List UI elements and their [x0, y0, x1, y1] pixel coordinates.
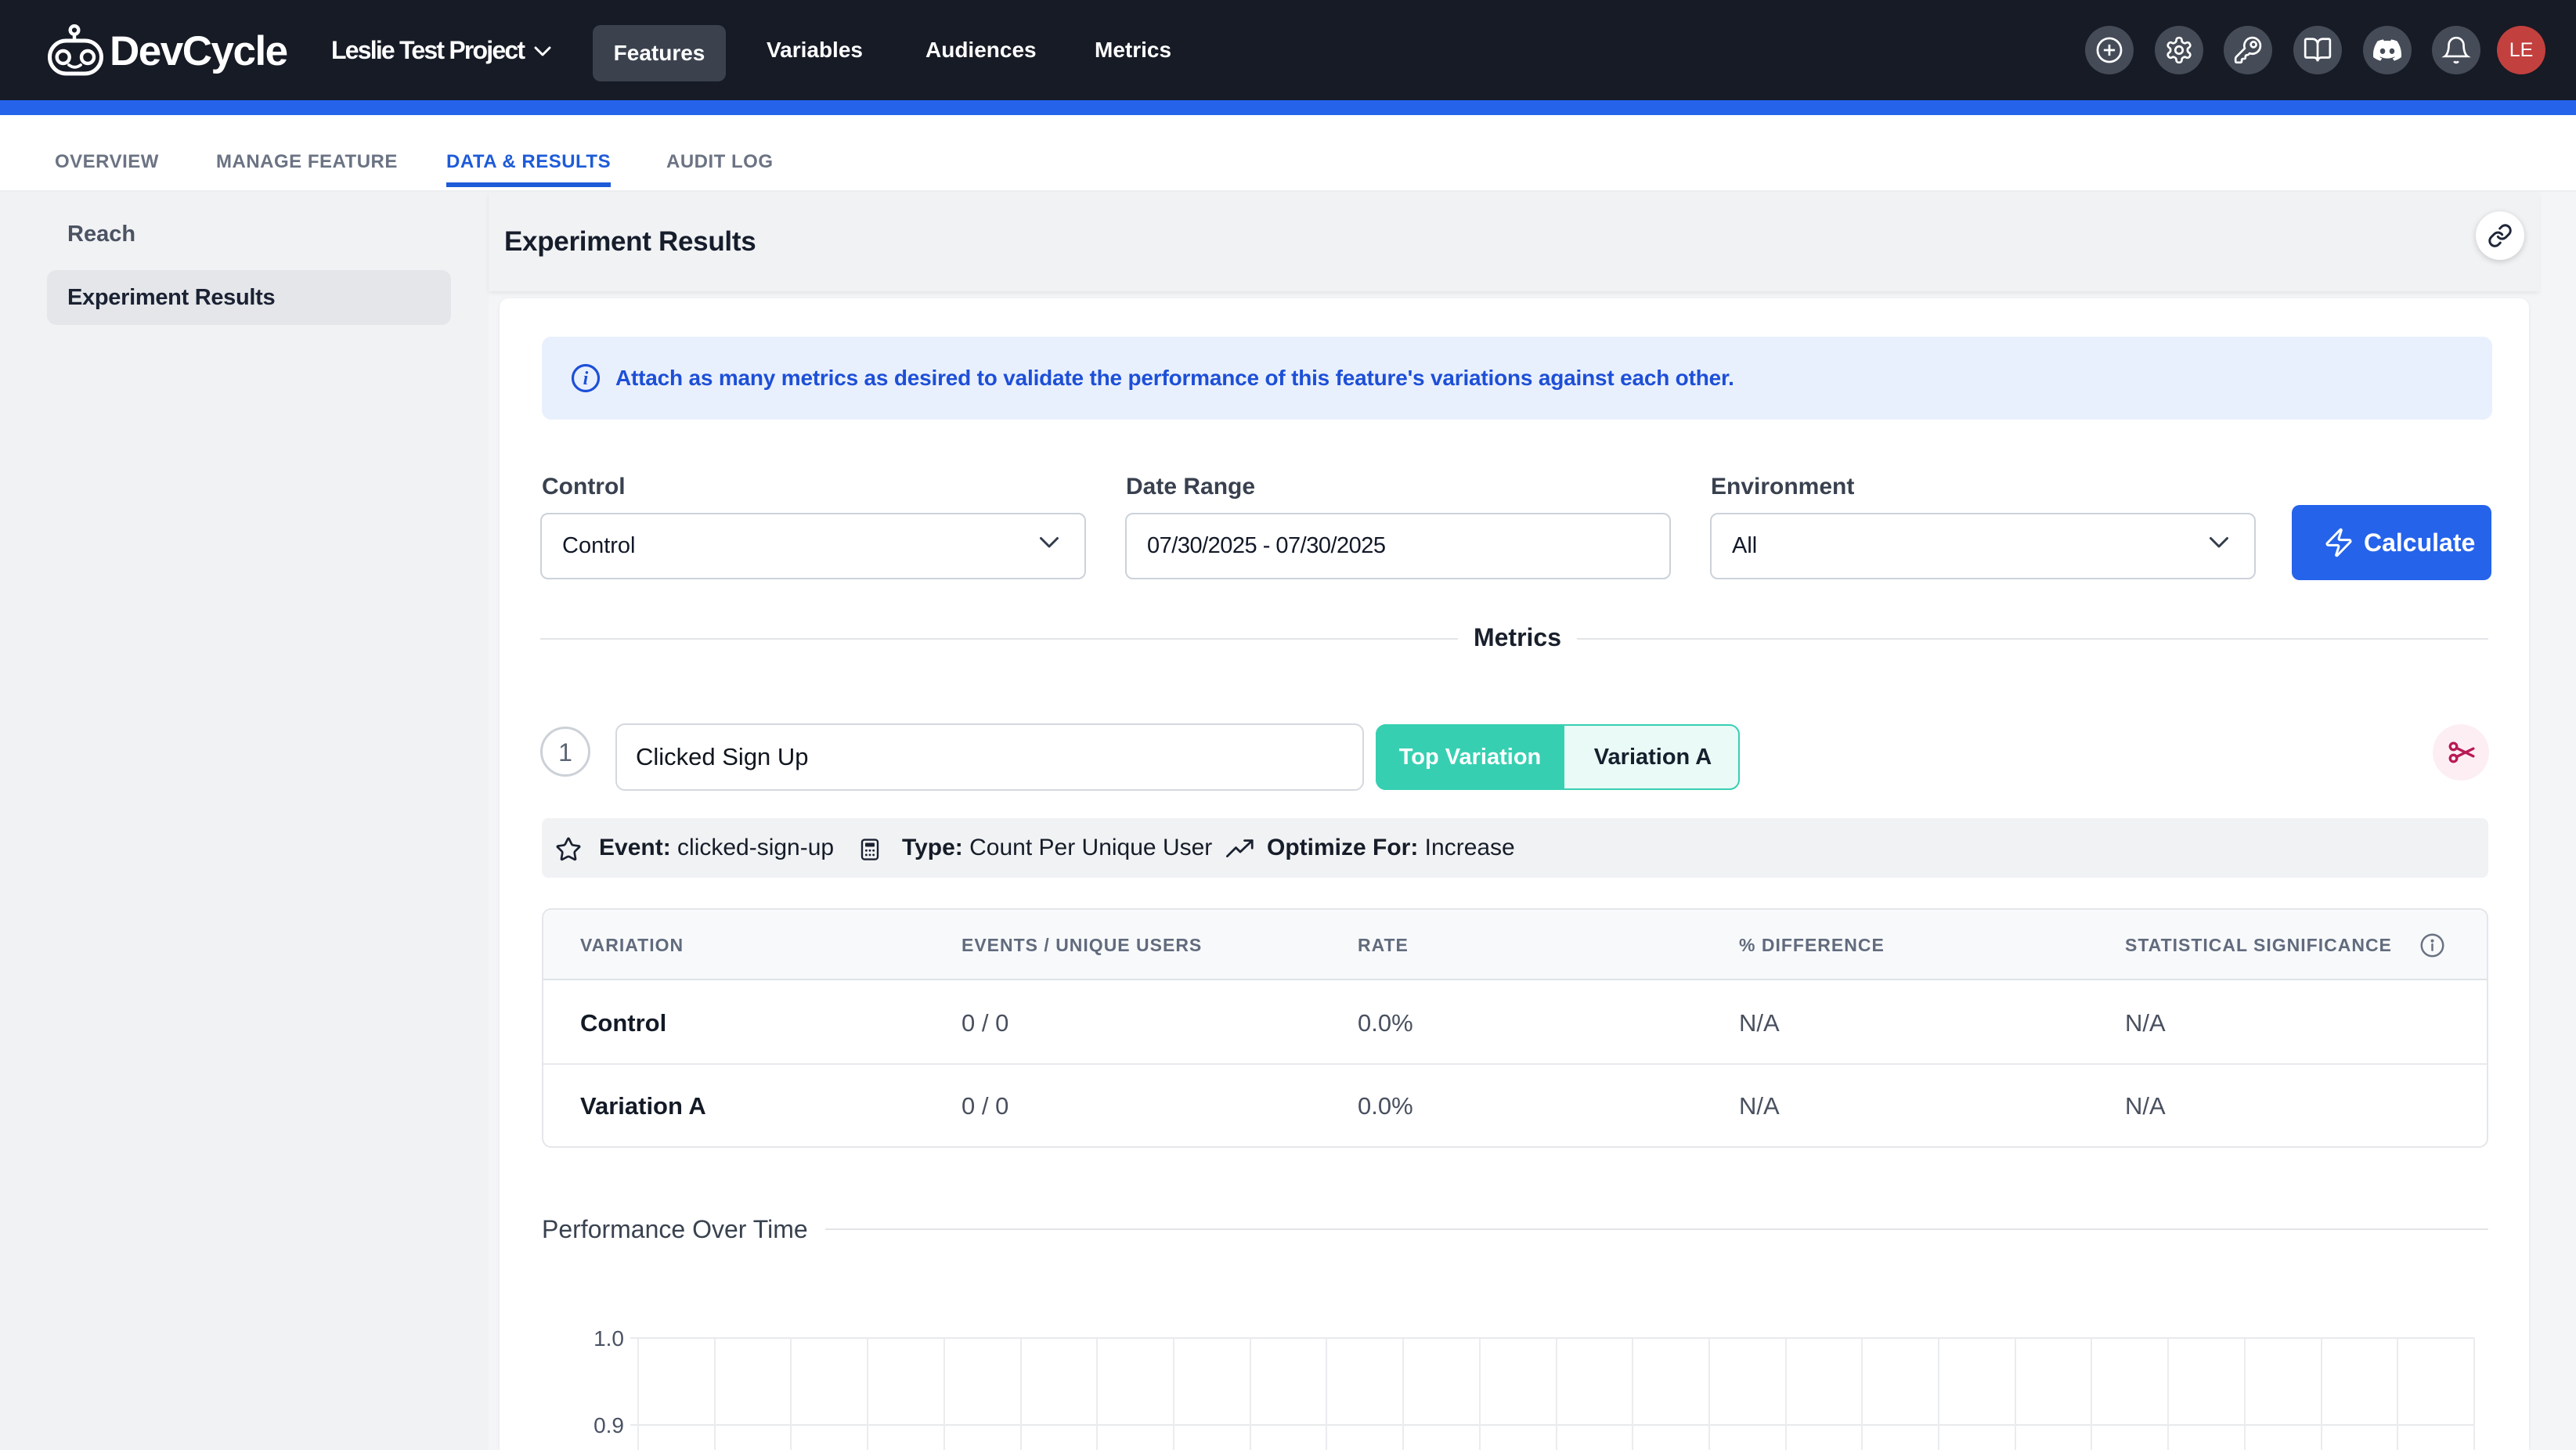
svg-text:i: i: [583, 369, 589, 389]
